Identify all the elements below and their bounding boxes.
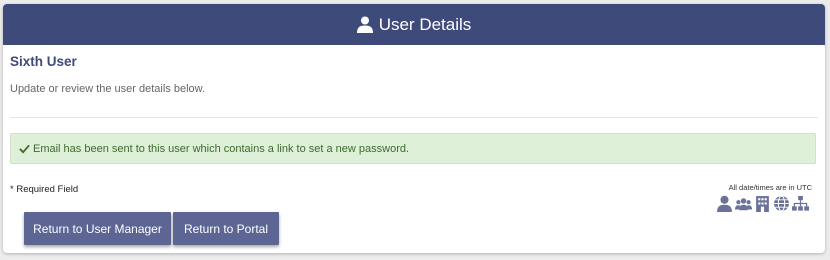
building-icon[interactable]: [754, 195, 771, 212]
return-to-portal-button[interactable]: Return to Portal: [173, 212, 279, 245]
alert-message: Email has been sent to this user which c…: [33, 142, 410, 155]
user-icon[interactable]: [716, 195, 733, 212]
required-field-note: * Required Field: [10, 184, 79, 195]
users-group-icon[interactable]: [735, 195, 752, 212]
utc-note: All date/times are in UTC: [728, 183, 812, 192]
user-icon: [356, 16, 373, 33]
page-description: Update or review the user details below.: [10, 83, 206, 95]
user-name-heading: Sixth User: [10, 54, 77, 69]
panel-header: User Details: [3, 4, 825, 45]
user-icon-toolbar: [716, 195, 809, 212]
user-details-panel: User Details Sixth User Update or review…: [3, 4, 825, 253]
page-title: User Details: [378, 14, 472, 34]
hierarchy-icon[interactable]: [792, 195, 809, 212]
success-alert: Email has been sent to this user which c…: [10, 133, 816, 164]
check-icon: [19, 144, 30, 154]
return-to-user-manager-button[interactable]: Return to User Manager: [24, 212, 171, 245]
divider: [10, 117, 818, 118]
globe-icon[interactable]: [773, 195, 790, 212]
